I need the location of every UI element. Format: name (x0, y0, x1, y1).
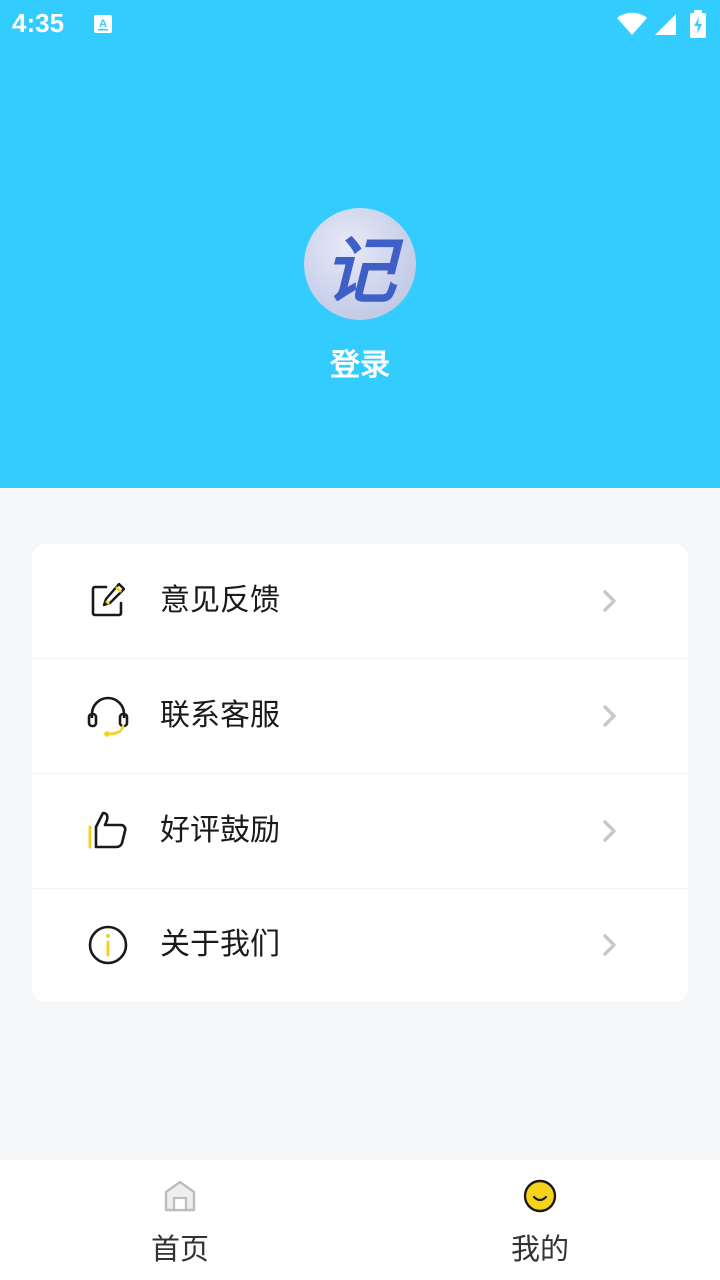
chevron-right-icon (603, 934, 616, 956)
menu-item-label: 联系客服 (160, 698, 280, 733)
svg-text:A: A (99, 18, 107, 30)
avatar[interactable]: 记 (304, 208, 416, 320)
settings-menu-card: 意见反馈 联系客服 好评鼓励 关于我们 (32, 544, 688, 1002)
chevron-right-icon (603, 590, 616, 612)
tab-label: 我的 (510, 1232, 569, 1266)
edit-icon (91, 582, 126, 617)
tab-label: 首页 (150, 1232, 209, 1266)
headset-icon (87, 696, 129, 737)
profile-header: 4:35 A 记 登录 (0, 0, 720, 488)
battery-icon (690, 10, 706, 38)
info-icon (88, 925, 128, 965)
keyboard-a-icon: A (94, 15, 112, 33)
menu-item-rate-us[interactable]: 好评鼓励 (32, 774, 688, 888)
menu-item-label: 关于我们 (160, 927, 280, 962)
signal-icon (655, 14, 676, 35)
chevron-right-icon (603, 820, 616, 842)
menu-item-label: 好评鼓励 (160, 813, 280, 848)
menu-item-label: 意见反馈 (160, 583, 280, 618)
bottom-tab-bar: 首页 我的 (0, 1160, 720, 1280)
thumbs-up-icon (88, 811, 127, 849)
home-icon (164, 1180, 196, 1212)
menu-item-about-us[interactable]: 关于我们 (32, 888, 688, 1002)
wifi-icon (617, 12, 647, 35)
menu-item-feedback[interactable]: 意见反馈 (32, 544, 688, 658)
login-link[interactable]: 登录 (0, 340, 720, 384)
tab-mine[interactable]: 我的 (360, 1160, 720, 1280)
status-bar: 4:35 A (0, 0, 720, 48)
status-time: 4:35 (12, 8, 65, 38)
menu-item-customer-service[interactable]: 联系客服 (32, 659, 688, 773)
chevron-right-icon (603, 705, 616, 727)
tab-home[interactable]: 首页 (0, 1160, 360, 1280)
smile-icon (523, 1179, 557, 1213)
avatar-logo-char: 记 (323, 227, 396, 313)
